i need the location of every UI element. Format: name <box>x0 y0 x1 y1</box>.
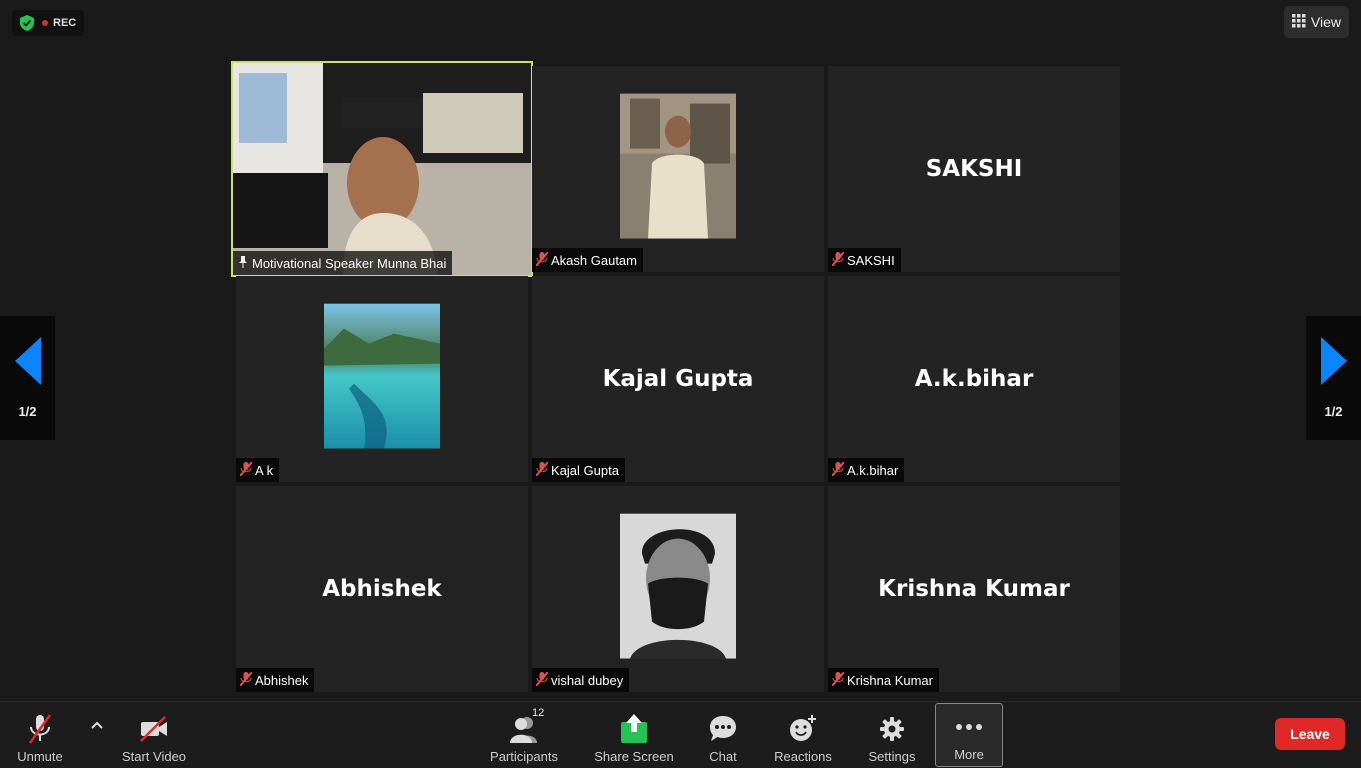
start-video-button[interactable]: Start Video <box>116 702 192 768</box>
reactions-button[interactable]: Reactions <box>770 702 836 768</box>
muted-mic-icon <box>535 250 549 269</box>
participant-name: Krishna Kumar <box>847 672 933 688</box>
participant-name-label: SAKSHI <box>828 248 901 272</box>
arrow-right-icon <box>1320 337 1347 390</box>
participant-name-label: vishal dubey <box>532 668 630 692</box>
participant-name: A.k.bihar <box>847 462 899 478</box>
participant-name: SAKSHI <box>847 252 895 268</box>
emoji-add-icon <box>788 713 818 745</box>
unmute-label: Unmute <box>17 749 63 764</box>
share-screen-label: Share Screen <box>594 749 674 764</box>
participant-name-label: Kajal Gupta <box>532 458 625 482</box>
participant-name: Akash Gautam <box>551 252 637 268</box>
participant-display-name: SAKSHI <box>925 156 1023 182</box>
share-screen-icon <box>620 713 648 745</box>
settings-label: Settings <box>868 749 916 764</box>
reactions-label: Reactions <box>774 749 832 764</box>
profile-picture <box>324 303 440 449</box>
rec-dot-icon <box>42 20 48 26</box>
participant-name-label: Krishna Kumar <box>828 668 939 692</box>
participants-label: Participants <box>490 749 558 764</box>
view-button[interactable]: View <box>1283 6 1349 38</box>
participant-name-label: A.k.bihar <box>828 458 905 482</box>
grid-view-icon <box>1291 13 1306 31</box>
participant-name-label: Abhishek <box>236 668 315 692</box>
arrow-left-icon <box>14 337 41 390</box>
start-video-label: Start Video <box>121 749 187 764</box>
muted-mic-icon <box>831 670 845 689</box>
muted-mic-icon <box>535 460 549 479</box>
settings-button[interactable]: Settings <box>862 702 922 768</box>
participant-name: A k <box>255 462 274 478</box>
participant-tile[interactable]: SAKSHI SAKSHI <box>828 66 1120 272</box>
recording-indicator[interactable]: REC <box>42 17 76 29</box>
muted-mic-icon <box>239 670 253 689</box>
participant-name: vishal dubey <box>551 672 624 688</box>
participant-display-name: Krishna Kumar <box>878 576 1070 602</box>
participant-tile[interactable]: A.k.bihar A.k.bihar <box>828 276 1120 482</box>
participant-video <box>233 63 531 275</box>
participant-name-label: Motivational Speaker Munna Bhai <box>233 251 453 275</box>
audio-options-button[interactable] <box>84 702 110 768</box>
pin-icon <box>237 255 249 271</box>
profile-picture <box>620 93 736 239</box>
chevron-up-icon <box>91 716 103 734</box>
muted-mic-icon <box>239 460 253 479</box>
participant-name-label: Akash Gautam <box>532 248 643 272</box>
previous-page-button[interactable]: 1/2 <box>0 316 55 440</box>
next-page-button[interactable]: 1/2 <box>1306 316 1361 440</box>
participant-tile[interactable]: Akash Gautam <box>532 66 824 272</box>
participant-tile[interactable]: Krishna Kumar Krishna Kumar <box>828 486 1120 692</box>
gallery-grid: Motivational Speaker Munna Bhai Akash Ga… <box>231 61 1120 692</box>
unmute-button[interactable]: Unmute <box>8 702 72 768</box>
participant-display-name: Abhishek <box>322 576 442 602</box>
muted-mic-icon <box>535 670 549 689</box>
participant-display-name: Kajal Gupta <box>602 366 754 392</box>
gear-icon <box>879 713 905 745</box>
chat-bubble-icon <box>708 713 738 745</box>
muted-mic-icon <box>831 250 845 269</box>
meeting-status-bar: REC <box>12 10 85 36</box>
participant-name: Kajal Gupta <box>551 462 619 478</box>
more-dots-icon <box>955 711 983 743</box>
participants-button[interactable]: 12 Participants <box>486 702 562 768</box>
page-indicator-left: 1/2 <box>18 404 37 419</box>
more-label: More <box>954 747 984 762</box>
shield-icon[interactable] <box>20 15 34 31</box>
participant-tile[interactable]: Abhishek Abhishek <box>236 486 528 692</box>
participant-display-name: A.k.bihar <box>914 366 1034 392</box>
participants-count-badge: 12 <box>532 707 545 719</box>
participant-tile[interactable]: Motivational Speaker Munna Bhai <box>231 61 533 277</box>
participant-tile[interactable]: Kajal Gupta Kajal Gupta <box>532 276 824 482</box>
share-screen-button[interactable]: Share Screen <box>592 702 676 768</box>
participant-name: Motivational Speaker Munna Bhai <box>252 255 447 271</box>
leave-button[interactable]: Leave <box>1275 718 1345 750</box>
participant-tile[interactable]: vishal dubey <box>532 486 824 692</box>
muted-microphone-icon <box>27 713 53 745</box>
participant-name: Abhishek <box>255 672 309 688</box>
rec-label: REC <box>53 17 77 29</box>
page-indicator-right: 1/2 <box>1324 404 1343 419</box>
meeting-toolbar: Unmute Start Video 12 Participants Share… <box>0 701 1361 768</box>
view-label: View <box>1310 14 1341 30</box>
profile-picture <box>620 513 736 659</box>
video-off-icon <box>139 713 169 745</box>
muted-mic-icon <box>831 460 845 479</box>
chat-button[interactable]: Chat <box>700 702 746 768</box>
participant-name-label: A k <box>236 458 280 482</box>
chat-label: Chat <box>709 749 737 764</box>
participant-tile[interactable]: A k <box>236 276 528 482</box>
more-button[interactable]: More <box>935 703 1003 767</box>
